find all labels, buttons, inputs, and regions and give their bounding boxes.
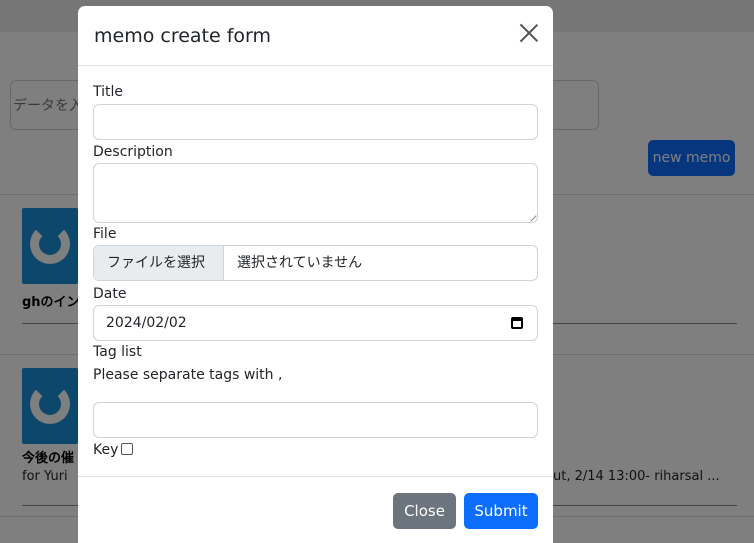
modal-header: memo create form — [78, 6, 553, 66]
key-label: Key — [93, 442, 119, 458]
file-input[interactable]: ファイルを選択 選択されていません — [93, 245, 538, 281]
tag-list-label: Tag list — [93, 344, 142, 360]
modal-title: memo create form — [94, 25, 272, 47]
close-icon[interactable] — [519, 23, 539, 43]
choose-file-button[interactable]: ファイルを選択 — [94, 246, 224, 280]
file-label: File — [93, 226, 117, 242]
memo-create-modal: memo create form Title Description File … — [78, 6, 553, 543]
key-field: Key — [93, 442, 153, 458]
tag-hint: Please separate tags with , — [93, 367, 283, 383]
calendar-icon[interactable] — [511, 317, 523, 329]
modal-footer: Close Submit — [78, 476, 553, 543]
date-input[interactable]: 2024/02/02 — [93, 305, 538, 341]
date-value: 2024/02/02 — [106, 315, 187, 331]
resize-handle-icon[interactable] — [525, 210, 537, 222]
close-button[interactable]: Close — [393, 493, 456, 529]
description-label: Description — [93, 144, 173, 160]
tag-list-input[interactable] — [93, 402, 538, 438]
file-status: 選択されていません — [237, 255, 363, 271]
title-label: Title — [93, 84, 124, 100]
key-checkbox[interactable] — [121, 443, 133, 455]
submit-button[interactable]: Submit — [464, 493, 538, 529]
date-label: Date — [93, 286, 127, 302]
description-textarea[interactable] — [93, 163, 538, 223]
title-input[interactable] — [93, 104, 538, 140]
